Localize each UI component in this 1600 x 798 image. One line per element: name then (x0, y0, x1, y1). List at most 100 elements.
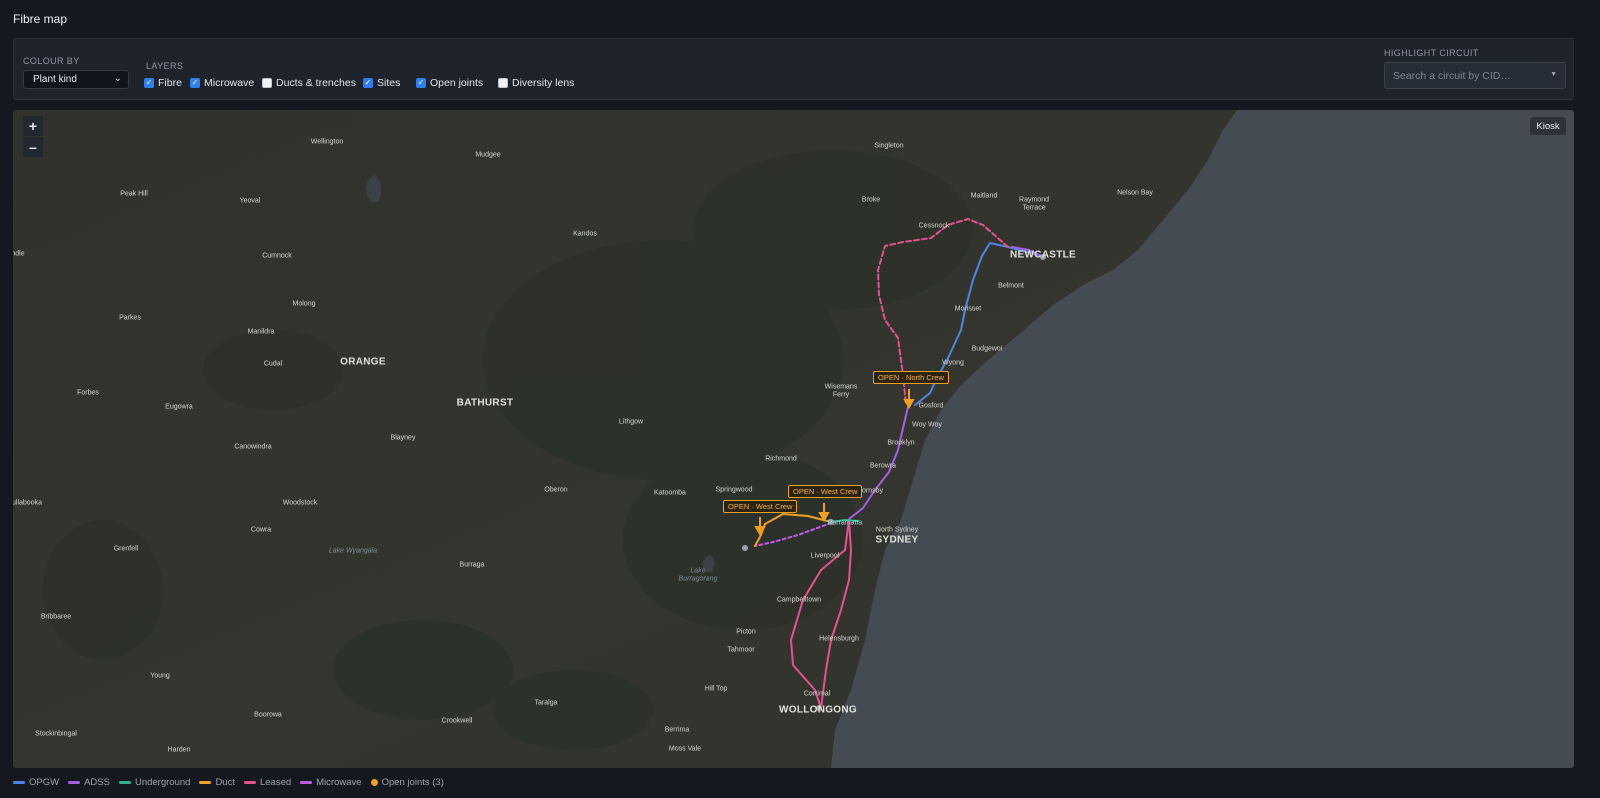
layer-label: Ducts & trenches (276, 77, 356, 89)
layer-label: Fibre (158, 77, 182, 89)
town-label: Belmont (998, 282, 1024, 290)
legend-item-open-joints: Open joints (3) (370, 777, 444, 788)
town-label: Richmond (765, 455, 797, 463)
town-label: Eugowra (165, 403, 193, 411)
highlight-circuit-label: HIGHLIGHT CIRCUIT (1384, 48, 1479, 58)
layers-label: LAYERS (146, 61, 184, 71)
layer-diversity-lens-toggle[interactable]: Diversity lens (498, 77, 574, 89)
city-label: ORANGE (340, 356, 386, 368)
town-label: Liverpool (810, 552, 840, 560)
legend-dot-icon (370, 779, 378, 786)
town-label: Cessnock (918, 222, 950, 230)
checkbox-unchecked-icon[interactable] (498, 78, 508, 88)
legend-swatch (68, 781, 81, 784)
town-label: ndle (13, 250, 25, 258)
legend-item-underground: Underground (118, 777, 191, 788)
town-label: Tahmoor (727, 646, 755, 654)
town-label: Forbes (77, 389, 99, 397)
town-label: Molong (292, 300, 316, 308)
town-label: Raymond Terrace (1019, 196, 1049, 212)
zoom-in-button[interactable]: + (23, 116, 43, 136)
legend-label: Microwave (316, 777, 362, 788)
fibre-map[interactable]: + – Kiosk ORANGE BATHURST SYDNEY NEWCAST… (13, 110, 1574, 768)
legend-label: Open joints (3) (381, 777, 444, 788)
highlight-circuit-search[interactable]: Search a circuit by CID… ▼ (1384, 62, 1566, 89)
city-label: SYDNEY (875, 534, 919, 546)
open-joint-label[interactable]: OPEN · North Crew (873, 371, 949, 384)
town-label: Wyong (942, 359, 964, 367)
map-canvas[interactable] (13, 110, 1574, 768)
layer-open-joints-toggle[interactable]: ✓ Open joints (416, 77, 483, 89)
legend-label: Duct (215, 777, 235, 788)
layer-label: Open joints (430, 77, 484, 89)
layer-label: Sites (377, 77, 401, 89)
checkbox-checked-icon[interactable]: ✓ (363, 78, 373, 88)
checkbox-checked-icon[interactable]: ✓ (190, 78, 200, 88)
town-label: Yeoval (239, 197, 261, 205)
town-label: Young (150, 672, 170, 680)
kiosk-button[interactable]: Kiosk (1530, 117, 1566, 135)
legend-swatch (118, 781, 131, 784)
town-label: Cowra (250, 526, 272, 534)
town-label: Stockinbingal (35, 730, 77, 738)
zoom-out-button[interactable]: – (23, 137, 43, 157)
legend-item-duct: Duct (199, 777, 235, 788)
checkbox-checked-icon[interactable]: ✓ (144, 78, 154, 88)
checkbox-checked-icon[interactable]: ✓ (416, 78, 426, 88)
town-label: Kandos (573, 230, 597, 238)
layer-label: Diversity lens (512, 77, 575, 89)
town-label: Berowra (869, 462, 897, 470)
town-label: Wellington (310, 138, 344, 146)
layer-fibre-toggle[interactable]: ✓ Fibre (144, 77, 182, 89)
town-label: Oberon (544, 486, 568, 494)
colour-by-value: Plant kind (33, 74, 77, 85)
page-title: Fibre map (13, 12, 68, 26)
city-label: BATHURST (456, 397, 514, 409)
town-label: Boorowa (254, 711, 282, 719)
legend-item-microwave: Microwave (300, 777, 362, 788)
town-label: Campbelltown (776, 596, 822, 604)
town-label: Lithgow (618, 418, 644, 426)
legend-label: OPGW (29, 777, 60, 788)
town-label: Cumnock (262, 252, 292, 260)
town-label: Parkes (119, 314, 141, 322)
legend-label: Underground (134, 777, 191, 788)
town-label: Peak Hill (120, 190, 148, 198)
town-label: Brooklyn (887, 439, 915, 447)
colour-by-select[interactable]: Plant kind ⌄ (23, 70, 129, 89)
legend-swatch (13, 781, 25, 784)
map-controls: COLOUR BY Plant kind ⌄ LAYERS ✓ Fibre ✓ Mi… (13, 38, 1574, 100)
town-label: Katoomba (654, 489, 686, 497)
open-joint-label[interactable]: OPEN · West Crew (788, 485, 863, 498)
open-joint-label[interactable]: OPEN · West Crew (723, 500, 798, 513)
town-label: Helensburgh (819, 635, 859, 643)
site-marker[interactable] (742, 545, 748, 551)
town-label: Berrima (664, 726, 690, 734)
town-label: Parramatta (827, 519, 863, 527)
town-label: Woodstock (282, 499, 318, 507)
checkbox-unchecked-icon[interactable] (262, 78, 272, 88)
town-label: Budgewoi (971, 345, 1003, 353)
town-label: Crookwell (441, 717, 473, 725)
legend-item-adss: ADSS (68, 777, 110, 788)
town-label: Maitland (970, 192, 998, 200)
layer-ducts-toggle[interactable]: Ducts & trenches (262, 77, 356, 89)
town-label: Mudgee (475, 151, 501, 159)
town-label: Broke (861, 196, 881, 204)
map-legend: OPGW ADSS Underground Duct Leased Microw… (13, 777, 453, 788)
town-label: Singleton (874, 142, 904, 150)
town-label: Gosford (918, 402, 944, 410)
water-label: Lake Wyangala (328, 547, 378, 555)
town-label: Wisemans Ferry (824, 383, 858, 399)
layer-sites-toggle[interactable]: ✓ Sites (363, 77, 400, 89)
town-label: Burraga (459, 561, 485, 569)
town-label: Harden (167, 746, 191, 754)
layer-microwave-toggle[interactable]: ✓ Microwave (190, 77, 254, 89)
town-label: Manildra (247, 328, 275, 336)
legend-item-leased: Leased (243, 777, 291, 788)
town-label: Canowindra (234, 443, 272, 451)
town-label: Hill Top (704, 685, 728, 693)
water-label: Lake Burragorang (678, 567, 718, 583)
caret-down-icon: ▼ (1550, 71, 1557, 78)
legend-swatch (243, 781, 256, 784)
